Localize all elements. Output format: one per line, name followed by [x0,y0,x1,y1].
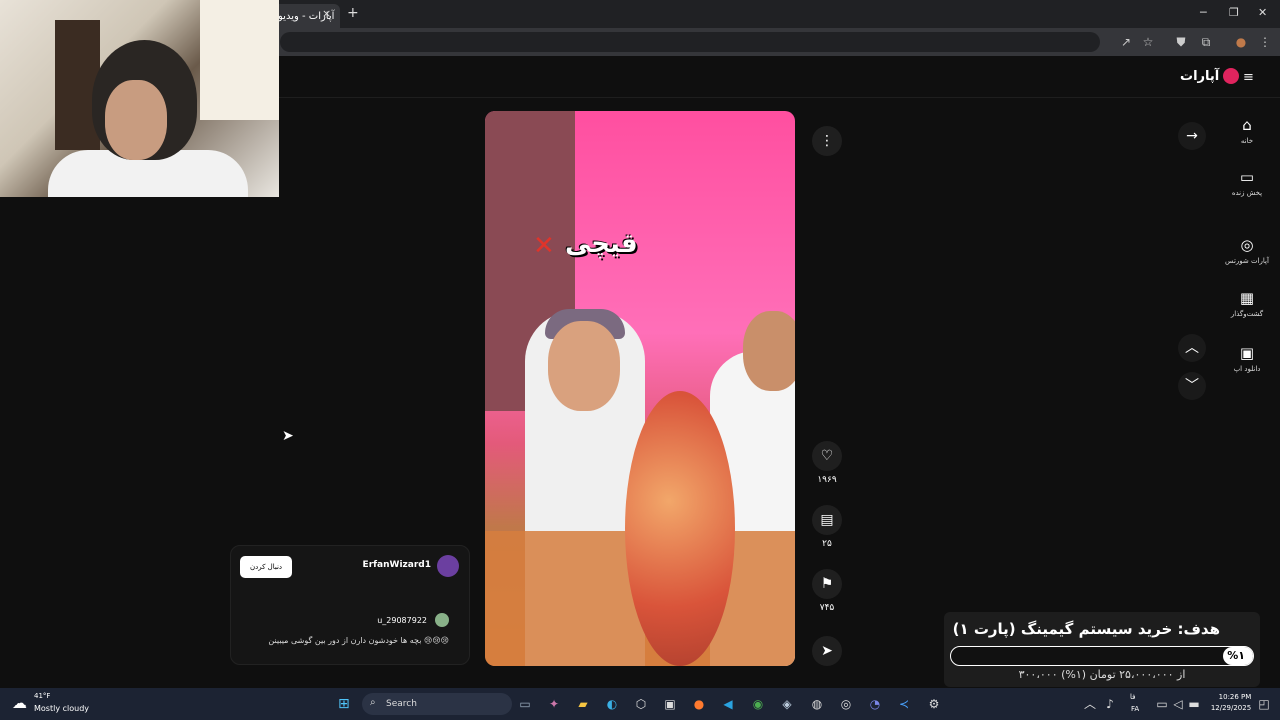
explore-icon: ▦ [1239,289,1255,307]
goal-title: هدف: خرید سیستم گیمینگ (پارت ۱) [952,620,1220,638]
sidebar-item-home[interactable]: ⌂ خانه [1220,116,1274,145]
sidebar-item-explore[interactable]: ▦ گشت‌وگذار [1220,289,1274,318]
sidebar-item-label: دانلود اپ [1233,365,1261,373]
network-icon[interactable]: ▭ [1154,696,1170,712]
goal-percent: %۱ [1227,649,1245,662]
obs-icon[interactable]: ◎ [838,696,854,712]
sidebar-item-label: آپارات شورتس [1225,257,1269,265]
clock-date[interactable]: 12/29/2025 [1208,704,1254,712]
home-icon: ⌂ [1242,116,1252,134]
channel-avatar[interactable] [437,555,459,577]
sidebar-item-download-app[interactable]: ▣ دانلود اپ [1220,344,1274,373]
like-count: ۱۹۶۹ [817,475,837,485]
steam-icon[interactable]: ◈ [779,696,795,712]
share-action[interactable]: ➤ [812,636,842,670]
cross-mark-icon: ✕ [533,231,555,261]
follow-button[interactable]: دنبال کردن [240,556,292,578]
close-tab-icon[interactable]: × [322,7,331,20]
language-indicator[interactable]: فا [1130,693,1135,701]
extensions-icon[interactable]: ⧉ [1198,34,1214,50]
notification-icon[interactable]: ◰ [1256,696,1272,712]
sidebar-item-label: گشت‌وگذار [1230,310,1264,318]
heart-icon[interactable]: ♡ [812,441,842,471]
microphone-icon[interactable]: ♪ [1102,696,1118,712]
sidebar-item-label: خانه [1240,137,1254,145]
logo-mark-icon [1223,68,1240,84]
more-options-icon[interactable]: ⋮ [812,126,842,156]
live-icon: ▭ [1239,168,1255,186]
url-input[interactable] [280,32,1100,52]
telegram-icon[interactable]: ◀ [720,696,736,712]
copilot-icon[interactable]: ✦ [546,696,562,712]
comment-text: بچه ها خودشون دارن از دور بین گوشی میبین… [268,636,449,645]
comment-username[interactable]: u_29087922 [377,616,427,625]
next-video-icon[interactable]: ﹀ [1178,372,1206,400]
channel-name[interactable]: ErfanWizard1 [363,560,431,570]
goal-progress-bar: %۱ [950,646,1254,666]
volume-icon[interactable]: ◁ [1170,696,1186,712]
sidebar-item-label: پخش زنده [1231,189,1263,197]
comment-count: ۲۵ [822,539,832,549]
search-icon: ⌕ [370,697,376,708]
settings-icon[interactable]: ⚙ [926,696,942,712]
mouse-cursor-icon: ➤ [282,428,294,444]
save-count: ۷۴۵ [819,603,835,613]
comment-action[interactable]: ▤ ۲۵ [812,505,842,549]
vscode-icon[interactable]: ≺ [896,696,912,712]
like-action[interactable]: ♡ ۱۹۶۹ [812,441,842,485]
comment-panel: دنبال کردن ErfanWizard1 u_29087922 بچه ه… [230,545,470,665]
logo-text: آپارات [1180,68,1220,84]
forward-arrow-icon[interactable]: → [1178,122,1206,150]
edge-icon[interactable]: ◐ [604,696,620,712]
tray-expand-icon[interactable]: ︿ [1082,696,1098,712]
battery-icon[interactable]: ▬ [1186,696,1202,712]
donation-goal-widget: هدف: خرید سیستم گیمینگ (پارت ۱) %۱ ۳۰۰،۰… [944,612,1260,687]
app-icon[interactable]: ◍ [809,696,825,712]
chrome-icon[interactable]: ◉ [750,696,766,712]
share-icon[interactable]: ➤ [812,636,842,666]
video-player[interactable]: ✕ قیچی [485,111,795,666]
taskbar-search[interactable]: Search [362,693,512,715]
bookmark-icon[interactable]: ⚑ [812,569,842,599]
profile-avatar-icon[interactable]: ● [1233,34,1249,50]
comment-icon[interactable]: ▤ [812,505,842,535]
clock-time[interactable]: 10:26 PM [1215,693,1255,701]
weather-description[interactable]: Mostly cloudy [34,704,89,713]
previous-video-icon[interactable]: ︿ [1178,334,1206,362]
browser-menu-icon[interactable]: ⋮ [1257,34,1273,50]
shorts-icon: ◎ [1240,236,1254,254]
weather-temperature[interactable]: 41°F [34,692,50,700]
start-icon[interactable]: ⊞ [338,696,350,712]
firefox-icon[interactable]: ● [691,696,707,712]
task-view-icon[interactable]: ▭ [517,696,533,712]
discord-icon[interactable]: ◔ [867,696,883,712]
webcam-overlay [0,0,279,197]
save-action[interactable]: ⚑ ۷۴۵ [812,569,842,613]
restore-icon[interactable]: ❐ [1229,6,1239,19]
weather-icon[interactable]: ☁ [12,694,27,712]
file-explorer-icon[interactable]: ▰ [575,696,591,712]
hamburger-menu-icon[interactable]: ≡ [1243,70,1254,85]
store-icon[interactable]: ▣ [662,696,678,712]
language-code[interactable]: FA [1131,705,1139,713]
install-app-icon[interactable]: ↗ [1118,34,1134,50]
goal-amount: ۳۰۰،۰۰۰ از ۲۵،۰۰۰،۰۰۰ تومان (۱%) [1018,668,1186,681]
aparat-logo[interactable]: آپارات [1180,68,1240,84]
download-app-icon: ▣ [1239,344,1255,362]
shield-icon[interactable]: ⛊ [1173,34,1189,50]
sidebar-item-shorts[interactable]: ◎ آپارات شورتس [1220,236,1274,265]
video-overlay-text: قیچی [565,229,638,259]
bookmark-star-icon[interactable]: ☆ [1140,34,1156,50]
comment-avatar [435,613,449,627]
sidebar-item-live[interactable]: ▭ پخش زنده [1220,168,1274,197]
window-close-icon[interactable]: ✕ [1258,6,1267,19]
app-icon[interactable]: ⬡ [633,696,649,712]
minimize-icon[interactable]: ─ [1200,6,1207,19]
new-tab-icon[interactable]: + [347,5,359,21]
